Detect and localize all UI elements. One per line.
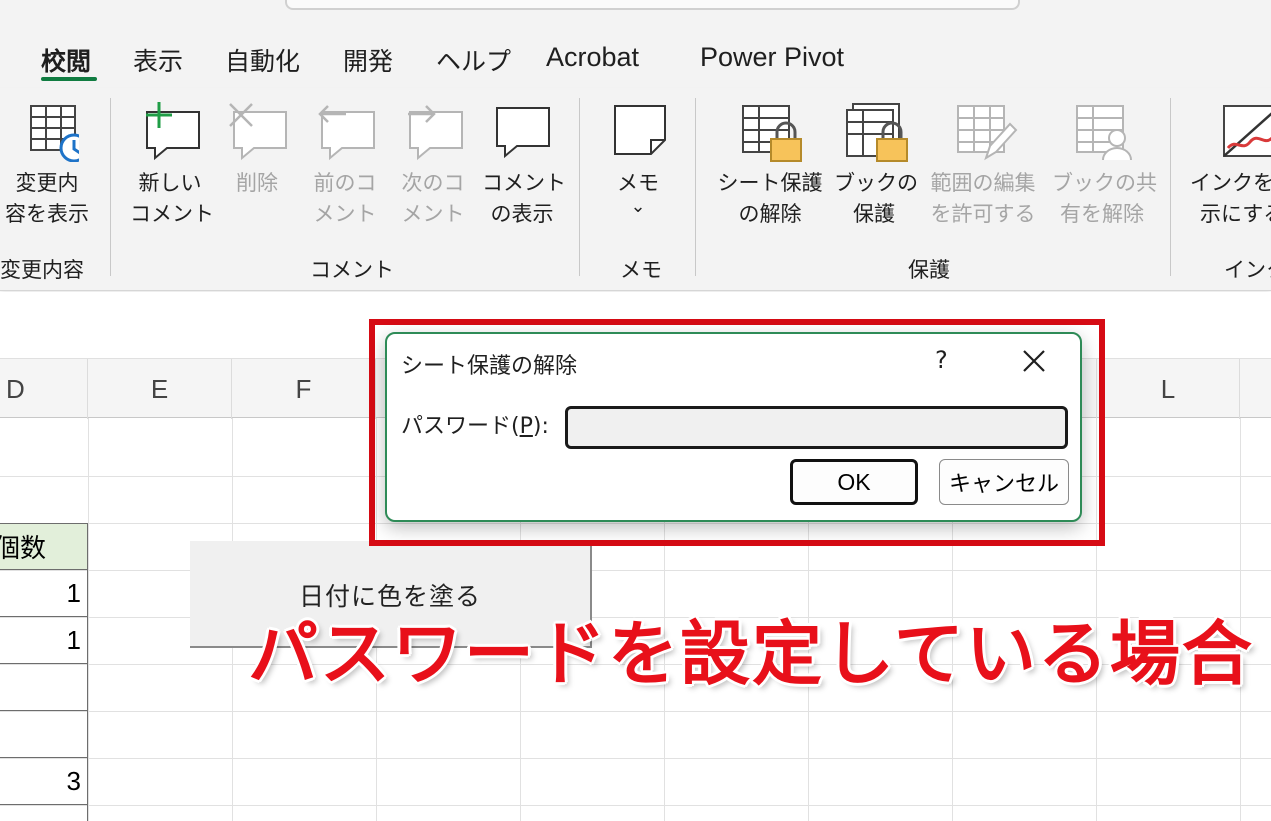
password-label-prefix: パスワード(: [401, 414, 520, 439]
ribbon-tabs: 校閲 表示 自動化 開発 ヘルプ Acrobat Power Pivot: [0, 30, 1271, 88]
close-icon[interactable]: [1019, 346, 1049, 376]
group-label-memo: メモ: [620, 258, 662, 282]
show-comments-label-2: の表示: [490, 202, 554, 226]
active-tab-indicator: [41, 77, 97, 81]
hide-ink-button[interactable]: インクを非 示にする: [1190, 102, 1271, 230]
cell-d-empty[interactable]: [0, 664, 88, 711]
protect-book-button[interactable]: ブックの 保護: [834, 102, 918, 230]
group-label-changes: 変更内容: [0, 258, 84, 282]
memo-button[interactable]: メモ ⌄: [603, 102, 673, 217]
allow-edit-ranges-label-2: を許可する: [930, 202, 1036, 226]
show-changes-label-2: 容を表示: [5, 202, 89, 226]
group-divider: [579, 98, 580, 276]
delete-label: 削除: [236, 171, 278, 195]
cell-count-header-text: 個数: [0, 534, 47, 564]
dialog-title: シート保護の解除: [401, 354, 578, 379]
show-comments-icon: [496, 107, 550, 159]
unshare-book-button[interactable]: ブックの共 有を解除: [1052, 102, 1157, 230]
password-label-suffix: ):: [532, 414, 549, 439]
help-button[interactable]: ?: [935, 346, 948, 374]
unprotect-sheet-dialog: シート保護の解除 ? パスワード(P): OK キャンセル: [385, 332, 1082, 522]
tab-review[interactable]: 校閲: [41, 42, 91, 78]
allow-edit-ranges-button[interactable]: 範囲の編集 を許可する: [924, 102, 1042, 230]
hide-ink-label-1: インクを非: [1190, 171, 1271, 195]
search-box[interactable]: [285, 0, 1020, 10]
next-comment-label-2: メント: [401, 202, 465, 226]
group-divider: [1170, 98, 1171, 276]
tab-developer[interactable]: 開発: [343, 42, 393, 78]
cell-d-value[interactable]: 1: [0, 617, 88, 664]
unprotect-sheet-button[interactable]: シート保護 の解除: [714, 102, 826, 230]
hide-ink-label-2: 示にする: [1200, 202, 1271, 226]
title-bar: [0, 0, 1271, 30]
hide-ink-icon: [1223, 105, 1271, 157]
previous-comment-icon: [318, 105, 375, 161]
show-changes-icon: [30, 105, 79, 162]
unshare-book-label-1: ブックの共: [1052, 171, 1157, 195]
cell-count-header[interactable]: 個数: [0, 523, 88, 570]
next-comment-label-1: 次のコ: [401, 171, 465, 195]
memo-icon: [614, 105, 666, 155]
show-changes-button[interactable]: 変更内 容を表示: [0, 102, 94, 230]
unshare-book-icon: [1076, 105, 1132, 161]
tab-acrobat[interactable]: Acrobat: [546, 42, 639, 73]
column-header-e[interactable]: E: [88, 359, 232, 419]
cancel-button[interactable]: キャンセル: [939, 459, 1069, 505]
annotation-caption: パスワードを設定している場合: [248, 613, 1254, 695]
tab-help[interactable]: ヘルプ: [436, 42, 511, 78]
column-header-l[interactable]: L: [1096, 359, 1240, 419]
ribbon: 変更内 容を表示 変更内容 新しい コメント 削除 前のコ メント 次のコ メン…: [0, 88, 1271, 291]
group-divider: [695, 98, 696, 276]
new-comment-button[interactable]: 新しい コメント: [130, 102, 214, 230]
password-input[interactable]: [565, 406, 1068, 449]
protect-book-icon: [846, 103, 908, 162]
next-comment-icon: [408, 105, 463, 161]
new-comment-label-1: 新しい: [138, 171, 202, 195]
delete-comment-icon: [229, 103, 287, 161]
protect-book-label-1: ブックの: [834, 171, 918, 195]
tab-power-pivot[interactable]: Power Pivot: [700, 42, 844, 73]
delete-comment-button[interactable]: 削除: [222, 102, 292, 199]
unprotect-sheet-label-1: シート保護: [717, 171, 823, 195]
group-label-ink: インク: [1224, 258, 1271, 282]
tab-automate[interactable]: 自動化: [225, 42, 300, 78]
next-comment-button[interactable]: 次のコ メント: [398, 102, 468, 230]
previous-comment-label-2: メント: [313, 202, 377, 226]
show-comments-label-1: コメント: [482, 171, 566, 195]
new-comment-icon: [146, 102, 200, 161]
column-header-f[interactable]: F: [232, 359, 376, 419]
gridline: [0, 805, 1271, 806]
new-comment-label-2: コメント: [130, 202, 214, 226]
show-comments-button[interactable]: コメント の表示: [482, 102, 566, 230]
cell-d-value[interactable]: 3: [0, 758, 88, 805]
cell-d-empty[interactable]: [0, 711, 88, 758]
password-label-accesskey: P: [519, 414, 533, 439]
previous-comment-label-1: 前のコ: [313, 171, 377, 195]
unprotect-sheet-icon: [742, 105, 802, 162]
protect-book-label-2: 保護: [853, 202, 895, 226]
unshare-book-label-2: 有を解除: [1060, 202, 1144, 226]
memo-label: メモ: [617, 171, 659, 195]
allow-edit-ranges-icon: [957, 105, 1018, 161]
show-changes-label-1: 変更内: [15, 171, 79, 195]
excel-window: 校閲 表示 自動化 開発 ヘルプ Acrobat Power Pivot 変更内…: [0, 0, 1271, 821]
chevron-down-icon: ⌄: [630, 196, 646, 217]
group-label-protect: 保護: [908, 258, 950, 282]
gridline: [88, 418, 89, 821]
allow-edit-ranges-label-1: 範囲の編集: [930, 171, 1036, 195]
unprotect-sheet-label-2: の解除: [738, 202, 802, 226]
ok-button[interactable]: OK: [790, 459, 918, 505]
column-header-d[interactable]: D: [0, 359, 88, 419]
gridline: [0, 758, 1271, 759]
tab-view[interactable]: 表示: [133, 42, 183, 78]
cell-d-empty[interactable]: [0, 805, 88, 821]
group-divider: [110, 98, 111, 276]
cell-d-value[interactable]: 1: [0, 570, 88, 617]
password-label: パスワード(P):: [401, 408, 549, 440]
previous-comment-button[interactable]: 前のコ メント: [310, 102, 380, 230]
gridline: [0, 711, 1271, 712]
group-label-comments: コメント: [310, 258, 394, 282]
